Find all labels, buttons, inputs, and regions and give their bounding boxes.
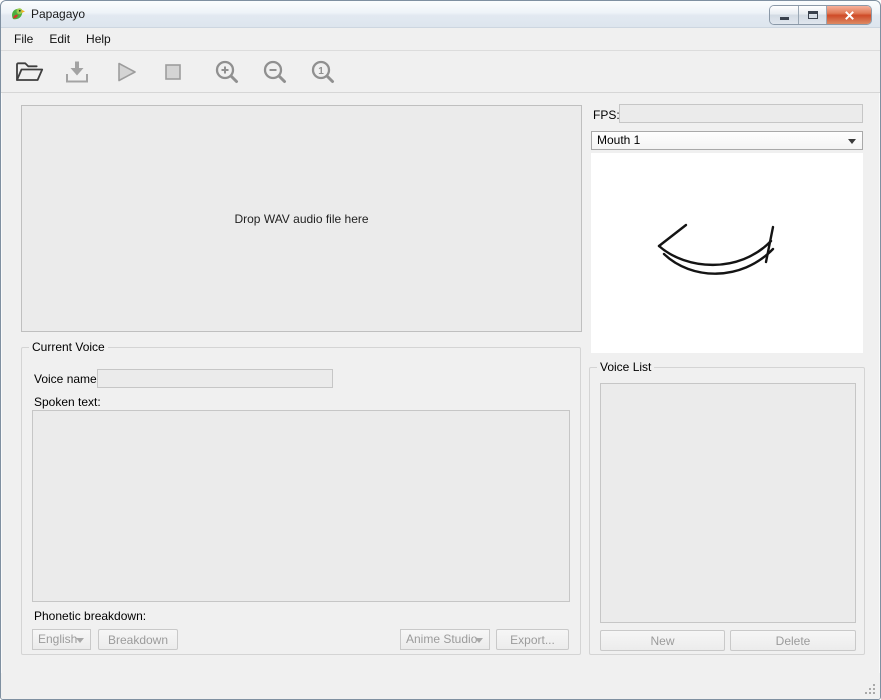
mouth-select-value: Mouth 1 (597, 133, 640, 147)
mouth-drawing (591, 153, 863, 353)
drop-area-text: Drop WAV audio file here (234, 212, 368, 226)
zoom-in-button[interactable] (211, 56, 243, 88)
zoom-out-icon (261, 58, 289, 86)
app-window: Papagayo File Edit Help (0, 0, 881, 700)
new-button-label: New (650, 634, 674, 648)
minimize-icon (780, 17, 789, 20)
window-controls (770, 6, 871, 24)
toolbar: 1 (1, 51, 880, 93)
chevron-down-icon (76, 638, 84, 643)
current-voice-group: Current Voice Voice name: Spoken text: P… (21, 347, 581, 655)
fps-label: FPS: (593, 108, 620, 122)
spoken-text-label: Spoken text: (34, 395, 101, 409)
phonetic-breakdown-label: Phonetic breakdown: (34, 609, 146, 623)
chevron-down-icon (475, 638, 483, 643)
zoom-original-button[interactable]: 1 (307, 56, 339, 88)
menu-file[interactable]: File (6, 29, 41, 49)
close-icon (844, 10, 855, 21)
zoom-original-icon: 1 (309, 58, 337, 86)
import-audio-button[interactable] (61, 56, 93, 88)
breakdown-button-label: Breakdown (108, 633, 168, 647)
fps-input[interactable] (619, 104, 863, 123)
minimize-button[interactable] (770, 6, 799, 24)
maximize-button[interactable] (799, 6, 827, 24)
export-button[interactable]: Export... (496, 629, 569, 650)
menubar: File Edit Help (1, 28, 880, 51)
export-target-value: Anime Studio (406, 632, 477, 646)
menu-help[interactable]: Help (78, 29, 119, 49)
play-button[interactable] (109, 56, 141, 88)
voice-list-group: Voice List New Delete (589, 367, 865, 655)
delete-voice-button[interactable]: Delete (730, 630, 856, 651)
voice-name-label: Voice name: (34, 372, 100, 386)
mouth-preview-canvas (591, 153, 863, 353)
zoom-in-icon (213, 58, 241, 86)
chevron-down-icon (848, 139, 856, 144)
app-icon (9, 6, 25, 22)
open-button[interactable] (13, 56, 45, 88)
language-select[interactable]: English (32, 629, 91, 650)
open-folder-icon (14, 59, 44, 85)
window-title: Papagayo (31, 7, 85, 21)
new-voice-button[interactable]: New (600, 630, 725, 651)
voice-name-input[interactable] (97, 369, 333, 388)
delete-button-label: Delete (776, 634, 811, 648)
voice-list-title: Voice List (597, 360, 654, 374)
stop-icon (160, 59, 186, 85)
resize-grip[interactable] (864, 683, 877, 696)
spoken-text-input[interactable] (32, 410, 570, 602)
statusbar (1, 673, 880, 699)
voice-list-box[interactable] (600, 383, 856, 623)
export-target-select[interactable]: Anime Studio (400, 629, 490, 650)
current-voice-title: Current Voice (29, 340, 108, 354)
language-select-value: English (38, 632, 77, 646)
svg-text:1: 1 (318, 65, 324, 76)
maximize-icon (808, 11, 818, 19)
import-audio-icon (64, 59, 90, 85)
zoom-out-button[interactable] (259, 56, 291, 88)
audio-drop-area[interactable]: Drop WAV audio file here (21, 105, 582, 332)
stop-button[interactable] (157, 56, 189, 88)
breakdown-button[interactable]: Breakdown (98, 629, 178, 650)
titlebar[interactable]: Papagayo (1, 1, 880, 28)
mouth-select[interactable]: Mouth 1 (591, 131, 863, 150)
export-button-label: Export... (510, 633, 555, 647)
menu-edit[interactable]: Edit (41, 29, 78, 49)
close-button[interactable] (827, 6, 871, 24)
play-icon (112, 59, 138, 85)
